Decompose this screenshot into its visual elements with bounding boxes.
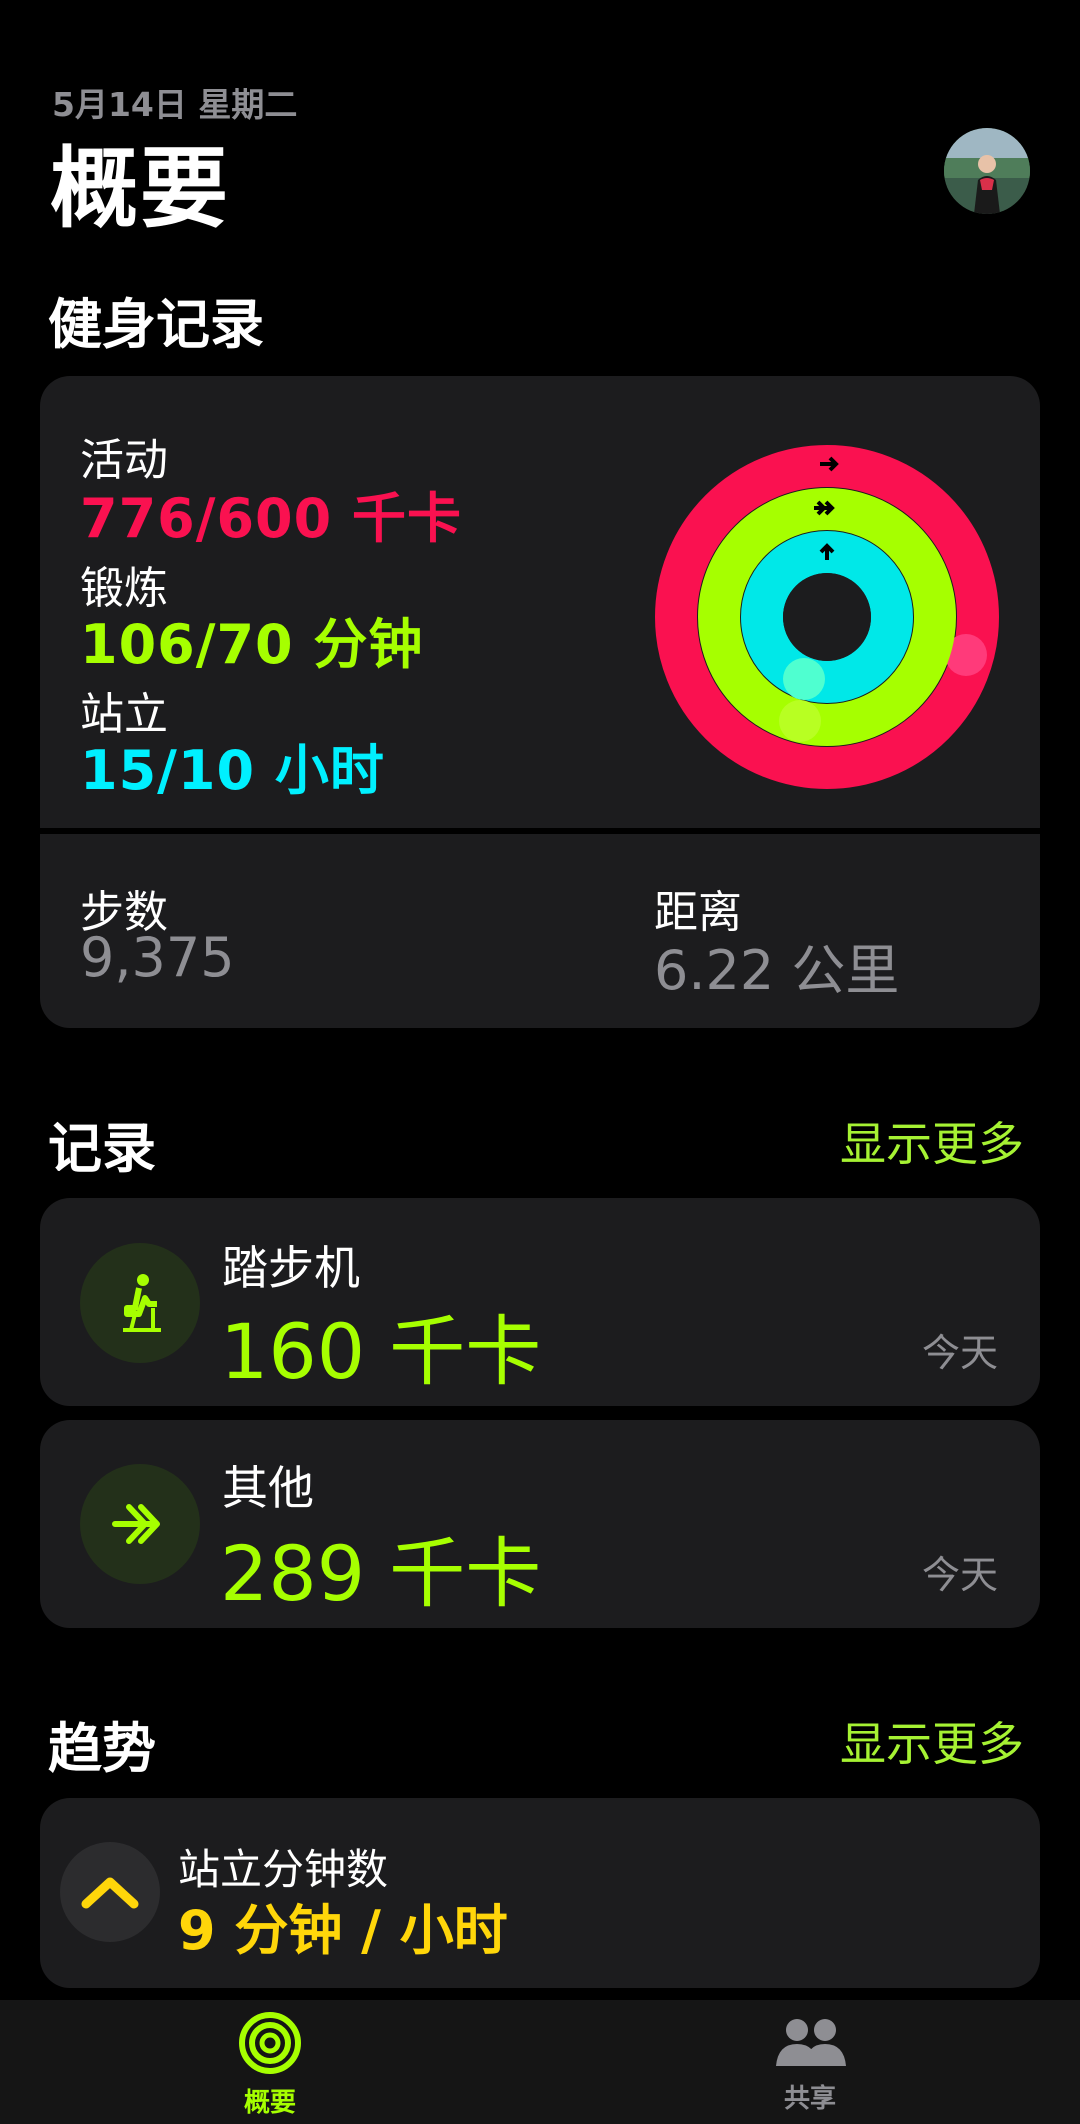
workout-name: 其他: [222, 1461, 314, 1515]
tab-label: 共享: [783, 2084, 836, 2114]
stair-stepper-icon: [80, 1243, 200, 1363]
activity-rings[interactable]: [650, 440, 1004, 794]
trends-heading: 趋势: [48, 1717, 156, 1780]
tab-bar: [0, 2000, 1080, 2124]
workout-date: 今天: [922, 1331, 999, 1375]
workout-name: 踏步机: [222, 1241, 360, 1295]
double-arrow-icon: [80, 1464, 200, 1584]
workout-calories: 160 千卡: [220, 1307, 542, 1396]
people-icon: [776, 2019, 846, 2066]
page-title: 概要: [50, 137, 231, 240]
workout-date: 今天: [922, 1553, 999, 1597]
distance-value: 6.22 公里: [654, 939, 900, 1002]
activity-rings-icon: [239, 2012, 301, 2074]
tab-summary[interactable]: 概要: [210, 2010, 330, 2119]
records-show-more-link[interactable]: 显示更多: [840, 1108, 1024, 1174]
records-heading: 记录: [48, 1117, 156, 1180]
stand-value: 15/10 小时: [80, 739, 385, 802]
exercise-value: 106/70 分钟: [80, 613, 424, 676]
fitness-heading: 健身记录: [48, 293, 264, 356]
tab-label: 概要: [243, 2088, 296, 2118]
avatar[interactable]: [944, 128, 1030, 214]
avatar-photo-icon: [944, 128, 1030, 214]
trend-value: 9 分钟 / 小时: [178, 1899, 508, 1962]
tab-sharing[interactable]: 共享: [750, 2014, 870, 2115]
steps-value: 9,375: [80, 926, 235, 989]
chevron-up-icon: [60, 1842, 160, 1942]
move-value: 776/600 千卡: [80, 487, 462, 550]
workout-calories: 289 千卡: [220, 1529, 542, 1618]
card-divider: [40, 828, 1040, 834]
trends-show-more-link[interactable]: 显示更多: [840, 1708, 1024, 1774]
